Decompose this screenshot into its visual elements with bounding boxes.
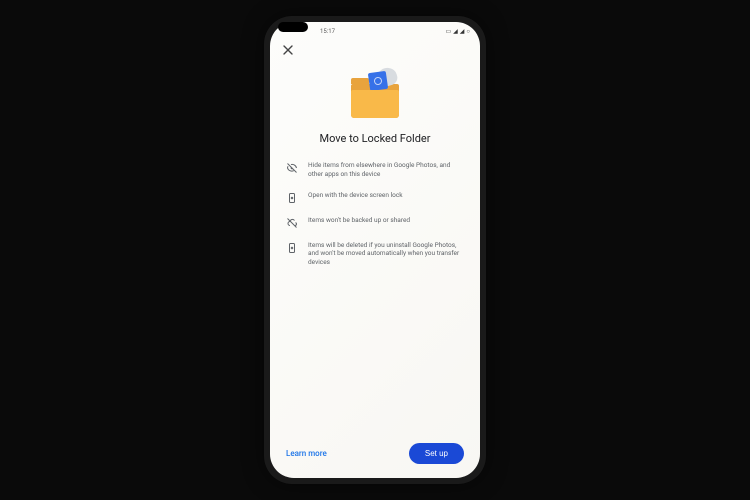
- phone-lock-icon: [286, 192, 298, 204]
- feature-text: Items won't be backed up or shared: [308, 216, 410, 225]
- feature-text: Open with the device screen lock: [308, 191, 403, 200]
- setup-button[interactable]: Set up: [409, 443, 464, 464]
- feature-text: Items will be deleted if you uninstall G…: [308, 241, 464, 267]
- learn-more-link[interactable]: Learn more: [286, 449, 327, 458]
- feature-item: Open with the device screen lock: [286, 191, 464, 204]
- camera-cutout: [278, 22, 308, 32]
- close-button[interactable]: [280, 42, 296, 58]
- wifi-icon: ◢: [453, 28, 458, 35]
- screen: 15:17 ▭ ◢ ◢ ○ Move to Locked Folder: [270, 22, 480, 478]
- feature-item: Items won't be backed up or shared: [286, 216, 464, 229]
- feature-text: Hide items from elsewhere in Google Phot…: [308, 161, 464, 179]
- close-icon: [282, 44, 294, 56]
- phone-delete-icon: [286, 242, 298, 254]
- page-title: Move to Locked Folder: [320, 132, 431, 145]
- features-list: Hide items from elsewhere in Google Phot…: [286, 161, 464, 267]
- status-icon: ▭: [445, 28, 451, 35]
- eye-off-icon: [286, 162, 298, 174]
- cloud-off-icon: [286, 217, 298, 229]
- footer: Learn more Set up: [270, 433, 480, 478]
- folder-illustration: [347, 68, 403, 118]
- status-time: 15:17: [320, 28, 335, 35]
- header: [270, 38, 480, 62]
- phone-frame: 15:17 ▭ ◢ ◢ ○ Move to Locked Folder: [264, 16, 486, 484]
- feature-item: Items will be deleted if you uninstall G…: [286, 241, 464, 267]
- feature-item: Hide items from elsewhere in Google Phot…: [286, 161, 464, 179]
- battery-icon: ○: [466, 28, 470, 35]
- signal-icon: ◢: [460, 28, 465, 35]
- main-content: Move to Locked Folder Hide items from el…: [270, 62, 480, 433]
